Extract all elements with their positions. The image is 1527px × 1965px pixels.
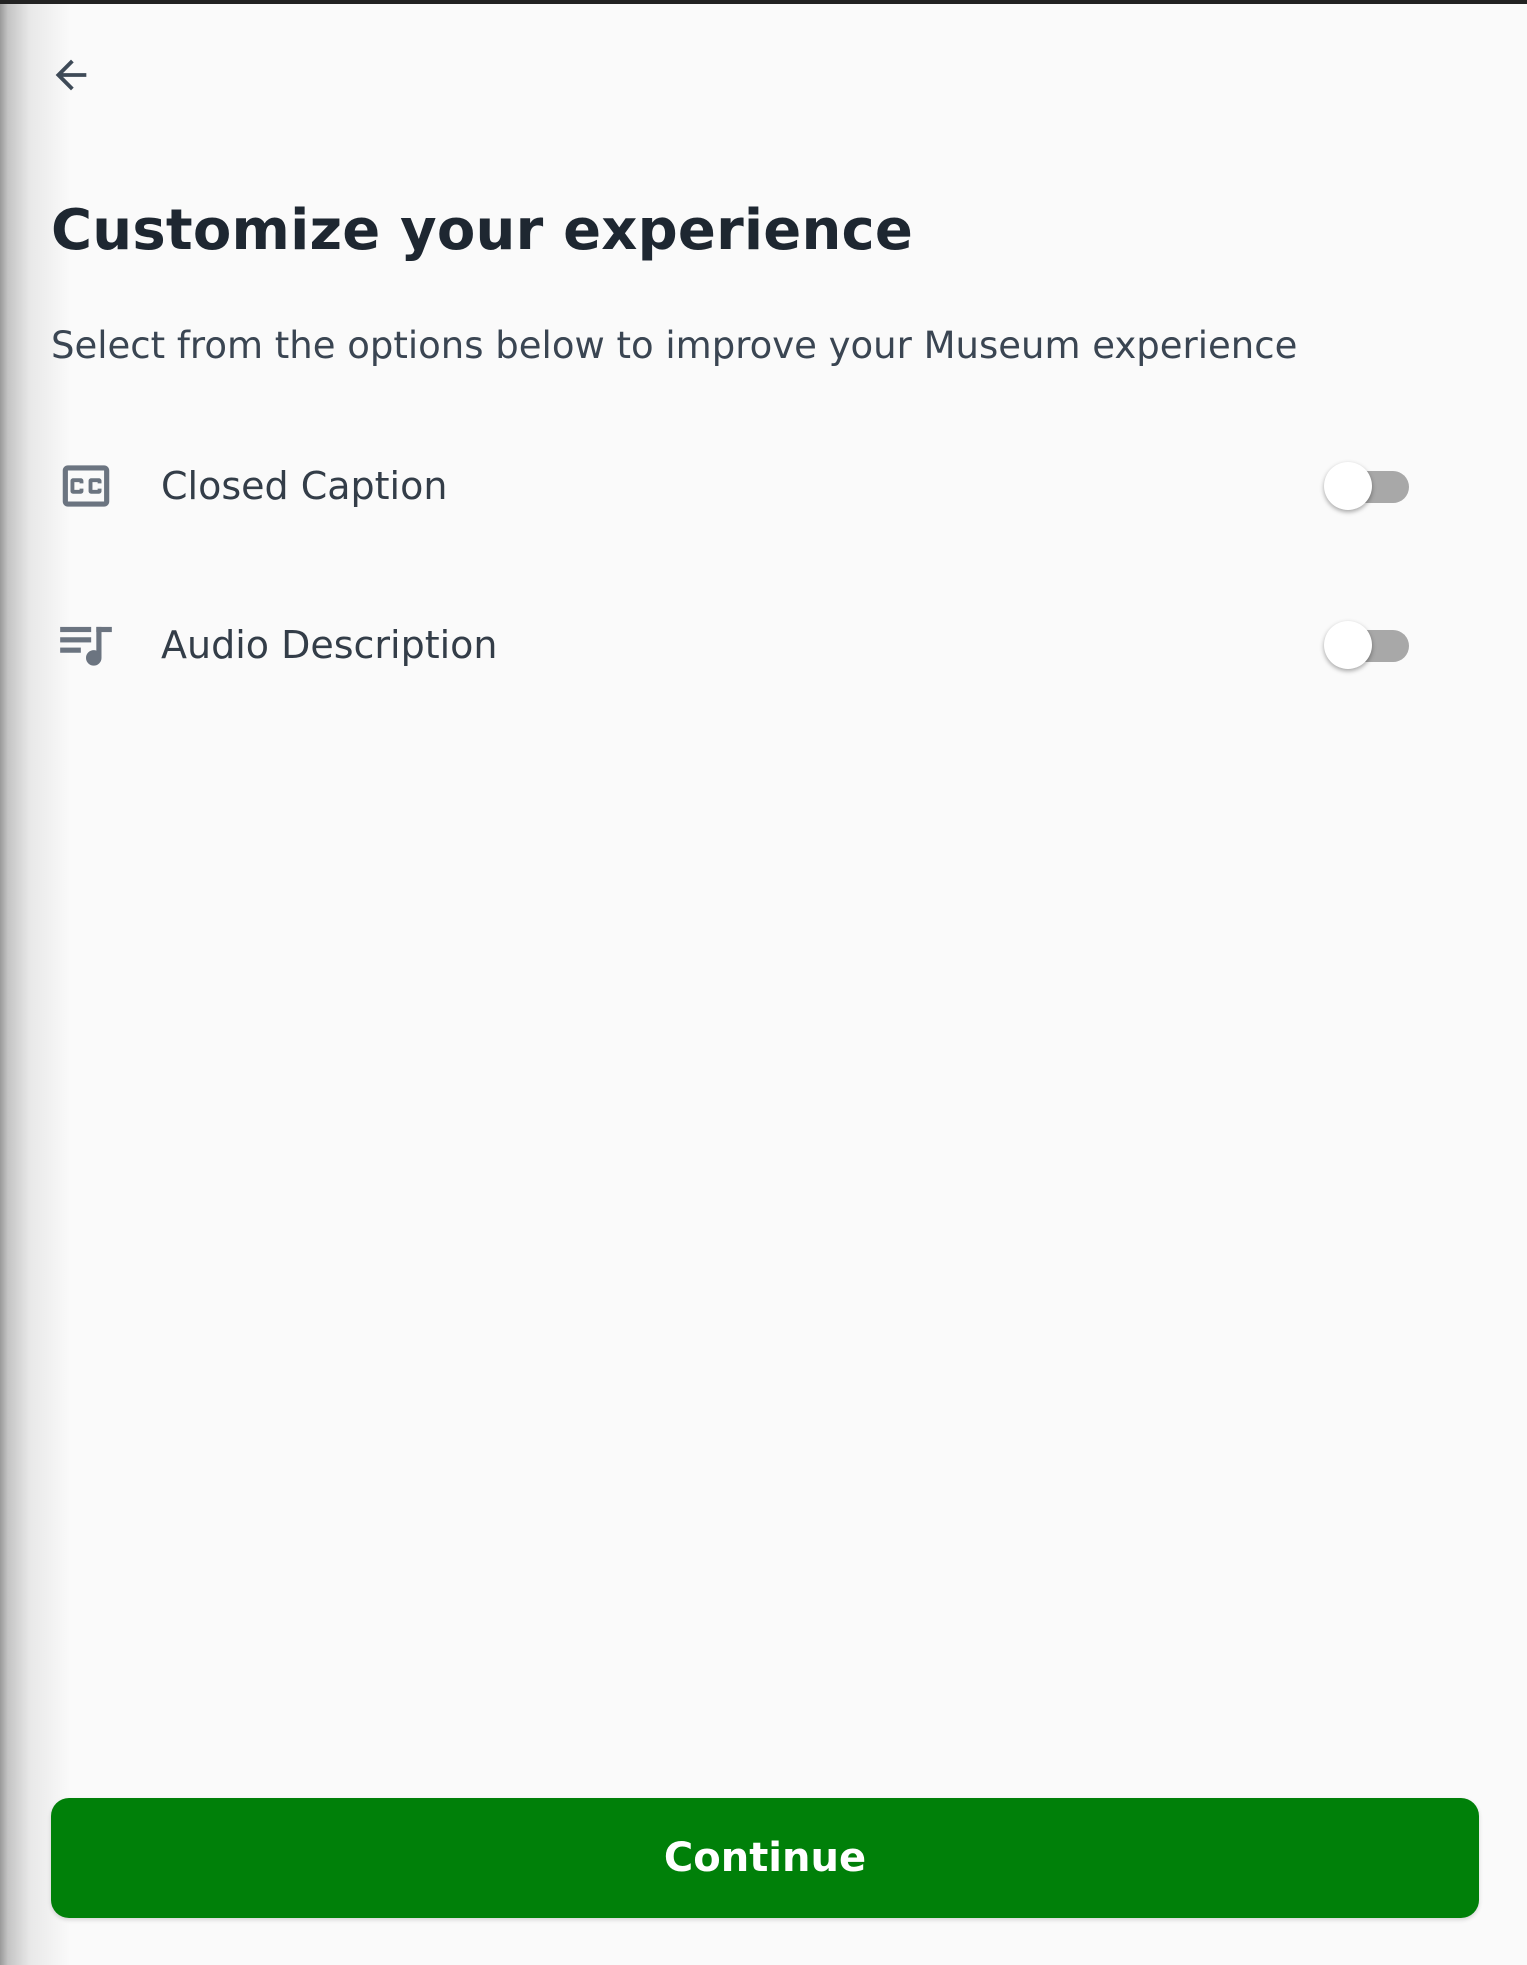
page-subtitle: Select from the options below to improve… — [51, 324, 1298, 367]
closed-caption-toggle[interactable] — [1321, 458, 1421, 514]
window-top-border — [0, 0, 1527, 4]
back-button[interactable] — [40, 44, 102, 106]
page-title: Customize your experience — [51, 198, 914, 263]
toggle-thumb — [1324, 462, 1372, 510]
option-label: Closed Caption — [161, 464, 448, 508]
option-audio-description: Audio Description — [51, 595, 1421, 695]
arrow-left-icon — [55, 59, 87, 91]
panel-edge-shadow — [0, 4, 70, 1965]
closed-caption-icon — [51, 451, 121, 521]
continue-button[interactable]: Continue — [51, 1798, 1479, 1918]
option-closed-caption: Closed Caption — [51, 436, 1421, 536]
audio-description-toggle[interactable] — [1321, 617, 1421, 673]
option-label: Audio Description — [161, 623, 498, 667]
toggle-thumb — [1324, 621, 1372, 669]
audio-description-icon — [51, 610, 121, 680]
